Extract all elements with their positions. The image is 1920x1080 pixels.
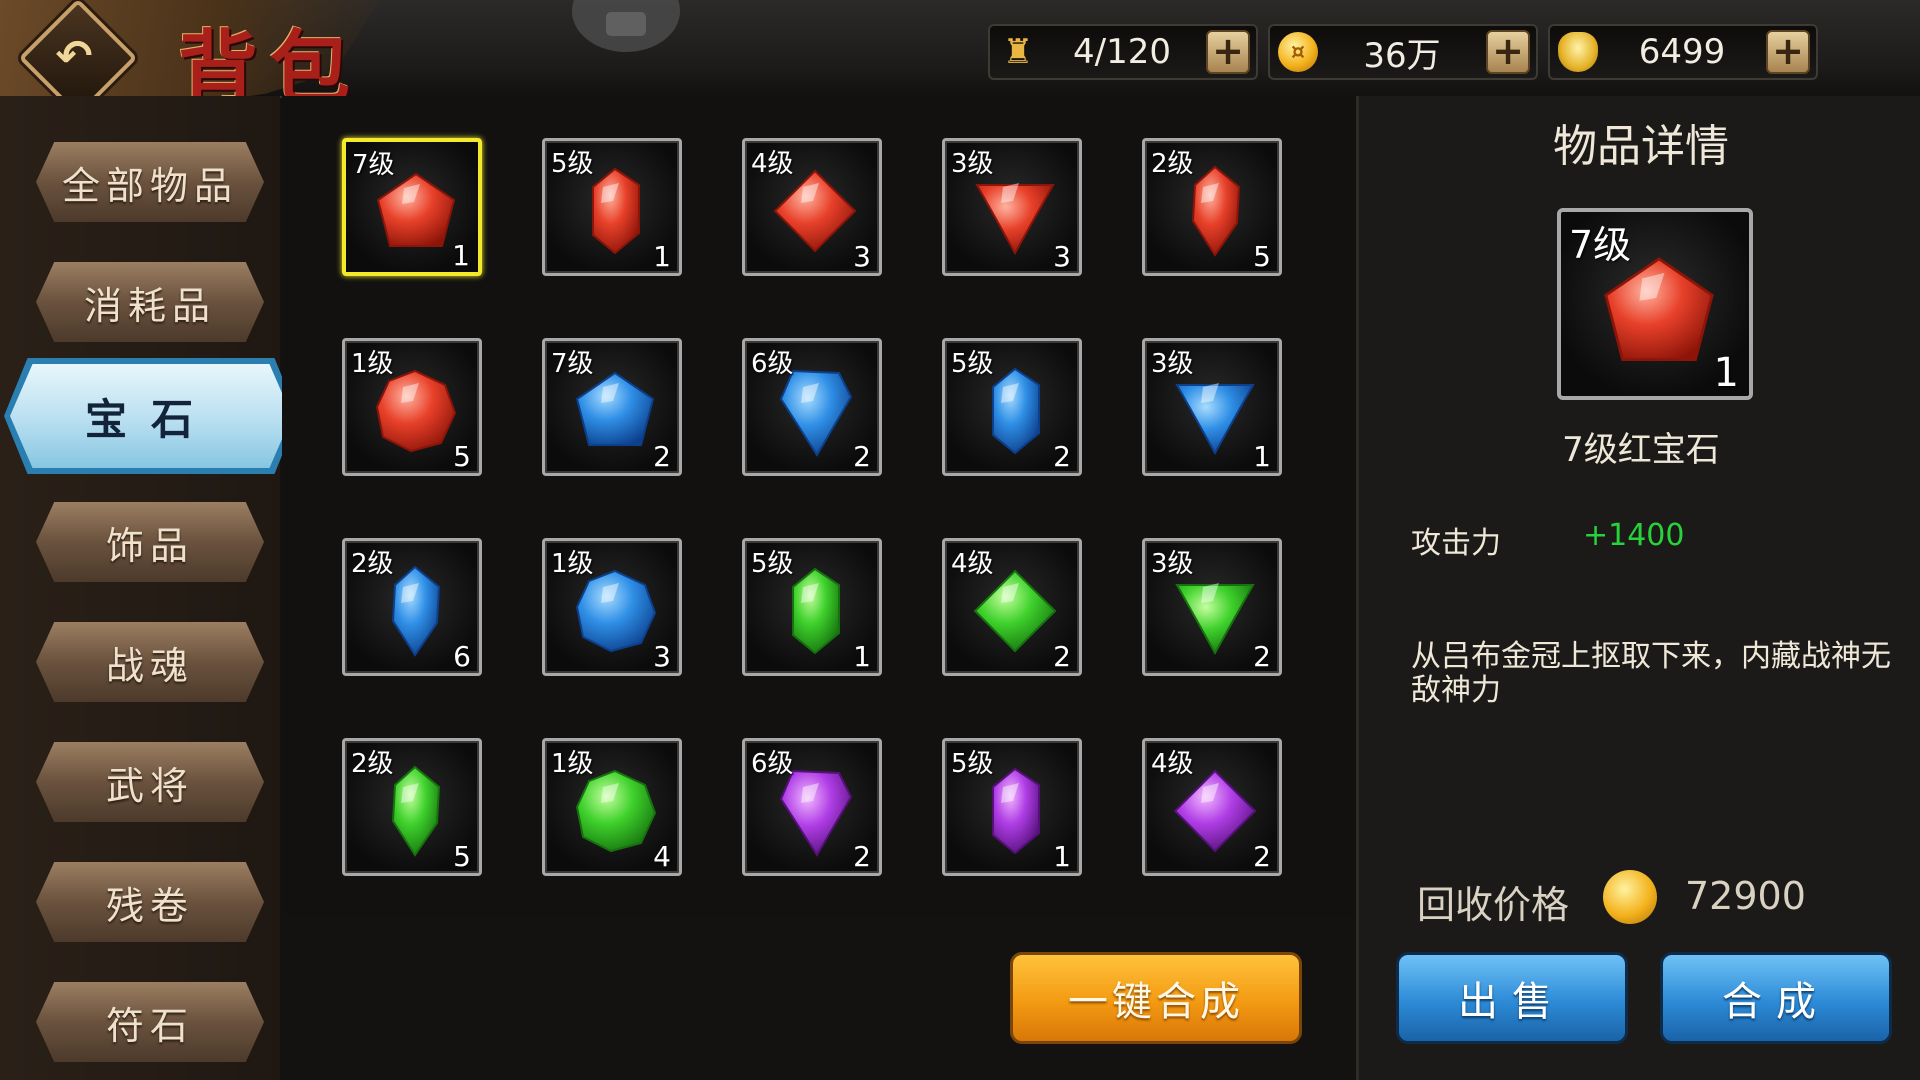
- gem-slot[interactable]: 4级 3: [742, 138, 882, 276]
- stat-value: +1400: [1583, 518, 1685, 553]
- gem-count: 3: [653, 640, 671, 673]
- coin-icon: ¤: [1278, 32, 1318, 72]
- item-detail-panel: 物品详情 7级 1 7级红宝石 攻击力 +1400 从吕布金冠上抠取下来，内藏战…: [1356, 96, 1920, 1080]
- gem-slot[interactable]: 2级 6: [342, 538, 482, 676]
- item-description: 从吕布金冠上抠取下来，内藏战神无敌神力: [1411, 639, 1891, 708]
- gem-slot[interactable]: 6级 2: [742, 338, 882, 476]
- ingot-value: 6499: [1638, 32, 1726, 72]
- gem-level: 2级: [351, 549, 394, 579]
- gem-level: 5级: [951, 349, 994, 379]
- gem-count: 1: [1053, 840, 1071, 873]
- gem-slot[interactable]: 7级 1: [342, 138, 482, 276]
- add-coins-button[interactable]: +: [1486, 30, 1530, 74]
- ingot-display: 6499 +: [1548, 24, 1818, 80]
- detail-item-icon: 7级 1: [1557, 208, 1753, 400]
- bag-icon: ♜: [1002, 32, 1034, 72]
- back-arrow-icon[interactable]: ↶: [44, 26, 104, 86]
- gem-slot[interactable]: 4级 2: [942, 538, 1082, 676]
- recycle-price-value: 72900: [1685, 874, 1806, 918]
- one-key-merge-button[interactable]: 一键合成: [1010, 952, 1302, 1044]
- detail-item-level: 7级: [1569, 223, 1632, 267]
- gem-slot[interactable]: 3级 1: [1142, 338, 1282, 476]
- tab-rune-stones[interactable]: 符石: [36, 982, 264, 1062]
- tab-generals[interactable]: 武将: [36, 742, 264, 822]
- stat-label: 攻击力: [1411, 526, 1501, 561]
- gem-slot[interactable]: 1级 3: [542, 538, 682, 676]
- gem-count: 5: [453, 440, 471, 473]
- gem-level: 1级: [351, 349, 394, 379]
- tab-all-items[interactable]: 全部物品: [36, 142, 264, 222]
- tab-accessories[interactable]: 饰品: [36, 502, 264, 582]
- tab-war-souls[interactable]: 战魂: [36, 622, 264, 702]
- tab-consumables[interactable]: 消耗品: [36, 262, 264, 342]
- gem-slot[interactable]: 5级 1: [742, 538, 882, 676]
- gem-level: 3级: [1151, 349, 1194, 379]
- gem-count: 1: [653, 240, 671, 273]
- gem-slot[interactable]: 5级 1: [942, 738, 1082, 876]
- gem-count: 3: [1053, 240, 1071, 273]
- gem-level: 6级: [751, 749, 794, 779]
- gem-slot[interactable]: 5级 1: [542, 138, 682, 276]
- gem-level: 4级: [951, 549, 994, 579]
- item-name: 7级红宝石: [1562, 430, 1720, 470]
- gem-level: 2级: [351, 749, 394, 779]
- coin-icon: [1603, 870, 1657, 924]
- gem-count: 2: [1253, 640, 1271, 673]
- coin-display: ¤ 36万 +: [1268, 24, 1538, 80]
- gem-count: 5: [453, 840, 471, 873]
- gem-count: 2: [653, 440, 671, 473]
- gem-count: 4: [653, 840, 671, 873]
- gem-slot[interactable]: 1级 4: [542, 738, 682, 876]
- gem-count: 2: [1053, 640, 1071, 673]
- gem-level: 4级: [1151, 749, 1194, 779]
- detail-title: 物品详情: [1553, 121, 1729, 172]
- ingot-icon: [1558, 32, 1598, 72]
- gem-count: 2: [1253, 840, 1271, 873]
- gem-level: 3级: [1151, 549, 1194, 579]
- add-ingots-button[interactable]: +: [1766, 30, 1810, 74]
- gem-count: 2: [853, 440, 871, 473]
- tab-fragments[interactable]: 残卷: [36, 862, 264, 942]
- gem-slot[interactable]: 2级 5: [1142, 138, 1282, 276]
- bag-capacity-value: 4/120: [1073, 32, 1171, 72]
- gem-count: 6: [453, 640, 471, 673]
- gem-slot[interactable]: 5级 2: [942, 338, 1082, 476]
- add-bag-capacity-button[interactable]: +: [1206, 30, 1250, 74]
- gem-count: 1: [1253, 440, 1271, 473]
- gem-level: 1级: [551, 549, 594, 579]
- detail-item-count: 1: [1713, 350, 1739, 396]
- gem-count: 3: [853, 240, 871, 273]
- recycle-price-label: 回收价格: [1417, 883, 1570, 927]
- gem-level: 2级: [1151, 149, 1194, 179]
- gem-level: 4级: [751, 149, 794, 179]
- gem-count: 1: [452, 239, 470, 272]
- gem-level: 5级: [751, 549, 794, 579]
- coin-value: 36万: [1363, 35, 1441, 76]
- gem-level: 1级: [551, 749, 594, 779]
- tab-gems[interactable]: 宝石: [10, 364, 292, 468]
- gem-level: 7级: [551, 349, 594, 379]
- gem-slot[interactable]: 4级 2: [1142, 738, 1282, 876]
- gem-level: 7级: [352, 150, 395, 180]
- gem-slot[interactable]: 2级 5: [342, 738, 482, 876]
- gem-count: 2: [853, 840, 871, 873]
- bag-capacity-display: ♜ 4/120 +: [988, 24, 1258, 80]
- gem-slot[interactable]: 6级 2: [742, 738, 882, 876]
- sell-button[interactable]: 出售: [1396, 952, 1628, 1044]
- gem-level: 3级: [951, 149, 994, 179]
- gem-slot[interactable]: 7级 2: [542, 338, 682, 476]
- gem-level: 5级: [951, 749, 994, 779]
- gem-slot[interactable]: 3级 2: [1142, 538, 1282, 676]
- gem-count: 2: [1053, 440, 1071, 473]
- gem-slot[interactable]: 1级 5: [342, 338, 482, 476]
- merge-button[interactable]: 合成: [1660, 952, 1892, 1044]
- gem-slot[interactable]: 3级 3: [942, 138, 1082, 276]
- gem-level: 5级: [551, 149, 594, 179]
- gem-count: 5: [1253, 240, 1271, 273]
- gem-count: 1: [853, 640, 871, 673]
- gem-level: 6级: [751, 349, 794, 379]
